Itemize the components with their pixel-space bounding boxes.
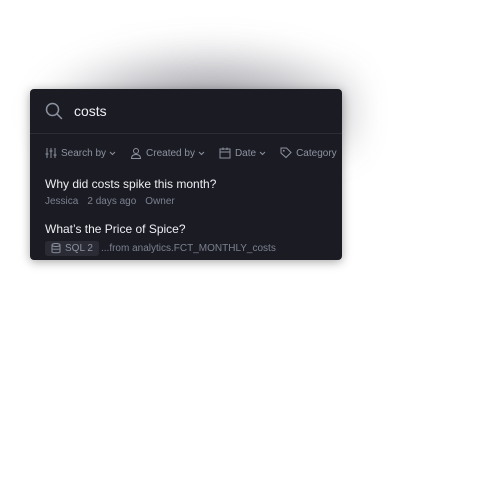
search-panel: Search by Created by Date	[30, 89, 342, 260]
filter-date-label: Date	[234, 147, 257, 159]
result-role: Owner	[145, 196, 175, 207]
filter-search-by[interactable]: Search by	[45, 147, 116, 159]
chevron-down-icon	[259, 151, 266, 155]
tag-icon	[280, 147, 292, 159]
sql-badge-label: SQL 2	[65, 243, 93, 254]
result-title: What’s the Price of Spice?	[45, 222, 186, 236]
result-author: Jessica	[45, 196, 79, 207]
chevron-down-icon	[109, 151, 116, 155]
result-item[interactable]: What’s the Price of Spice? SQL 2 ...from…	[45, 221, 335, 256]
result-snippet: ...from analytics.FCT_MONTHLY_costs	[100, 243, 276, 254]
filter-date[interactable]: Date	[219, 147, 266, 159]
person-icon	[131, 148, 142, 159]
sql-badge: SQL 2	[45, 241, 99, 256]
filter-created-by-label: Created by	[146, 147, 195, 159]
calendar-icon	[219, 147, 231, 159]
result-time: 2 days ago	[87, 196, 137, 207]
filter-category-label: Category	[296, 147, 337, 159]
filter-search-by-label: Search by	[61, 147, 107, 159]
result-meta: Jessica 2 days ago Owner	[45, 196, 335, 207]
result-title: Why did costs spike this month?	[45, 177, 217, 191]
sliders-icon	[45, 148, 57, 158]
result-item[interactable]: Why did costs spike this month? Jessica …	[45, 176, 335, 207]
filter-category[interactable]: Category	[280, 147, 337, 159]
search-bar	[30, 89, 342, 134]
filter-bar: Search by Created by Date Category	[45, 145, 342, 161]
search-icon	[45, 102, 63, 120]
database-icon	[51, 243, 61, 254]
filter-created-by[interactable]: Created by	[130, 147, 205, 159]
chevron-down-icon	[198, 151, 205, 155]
result-meta: SQL 2 ...from analytics.FCT_MONTHLY_cost…	[45, 241, 335, 256]
search-input[interactable]	[74, 101, 324, 121]
